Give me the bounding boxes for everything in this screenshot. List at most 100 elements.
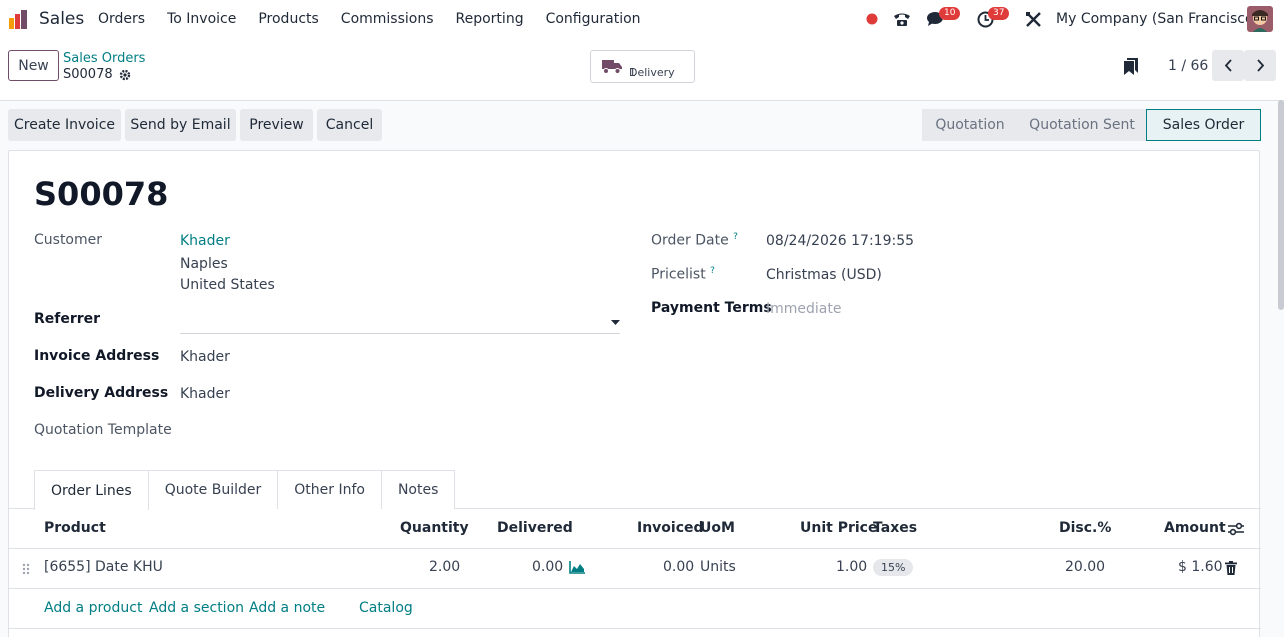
app-name[interactable]: Sales — [39, 9, 84, 29]
tools-icon — [1026, 11, 1041, 27]
customer-label: Customer — [34, 232, 103, 248]
col-quantity[interactable]: Quantity — [400, 520, 469, 536]
stage-quotation-sent[interactable]: Quotation Sent — [1018, 109, 1146, 141]
col-delivered[interactable]: Delivered — [497, 520, 573, 536]
menu-products[interactable]: Products — [247, 11, 329, 27]
add-product-link[interactable]: Add a product — [44, 600, 142, 616]
chevron-right-icon — [1256, 59, 1264, 72]
col-product[interactable]: Product — [44, 520, 106, 536]
preview-button[interactable]: Preview — [240, 109, 313, 141]
payment-terms-field[interactable]: Immediate — [766, 301, 841, 317]
form-sheet: S00078 Customer Khader Naples United Sta… — [8, 150, 1261, 637]
phone-button[interactable] — [893, 0, 911, 38]
recording-indicator[interactable] — [866, 0, 878, 38]
dropdown-caret-icon — [611, 320, 620, 325]
col-amount[interactable]: Amount — [1164, 520, 1226, 536]
col-invoiced[interactable]: Invoiced — [637, 520, 704, 536]
activities-badge: 37 — [988, 7, 1010, 20]
forecast-chart-icon[interactable] — [569, 561, 585, 574]
row-invoiced: 0.00 — [663, 559, 695, 575]
new-button[interactable]: New — [8, 50, 59, 81]
referrer-label: Referrer — [34, 311, 101, 327]
order-date-label: Order Date ? — [651, 232, 738, 249]
row-amount: $ 1.60 — [1178, 559, 1223, 575]
user-avatar[interactable] — [1247, 0, 1273, 38]
control-panel: New Sales Orders S00078 Delivery 1 1 / 6… — [0, 38, 1284, 101]
breadcrumb-current-label: S00078 — [63, 67, 113, 82]
row-discount[interactable]: 20.00 — [1065, 559, 1105, 575]
table-row[interactable]: [6655] Date KHU 2.00 0.00 0.00 Units 1.0… — [9, 549, 1261, 589]
tab-notes[interactable]: Notes — [380, 470, 456, 509]
payment-terms-label: Payment Terms — [651, 300, 772, 316]
breadcrumb-current: S00078 — [63, 67, 131, 82]
menu-reporting[interactable]: Reporting — [445, 11, 535, 27]
row-tax-badge[interactable]: 15% — [873, 559, 914, 576]
drag-handle-icon[interactable] — [22, 563, 30, 575]
pricelist-label: Pricelist ? — [651, 266, 715, 283]
record-dot-icon — [866, 13, 878, 25]
row-uom[interactable]: Units — [700, 559, 736, 575]
company-switcher[interactable]: My Company (San Francisco) — [1056, 11, 1259, 27]
tab-quote-builder[interactable]: Quote Builder — [147, 470, 279, 509]
avatar-icon — [1247, 6, 1273, 32]
row-quantity[interactable]: 2.00 — [429, 559, 460, 575]
create-invoice-button[interactable]: Create Invoice — [8, 109, 121, 141]
col-uom[interactable]: UoM — [700, 520, 735, 536]
tab-order-lines[interactable]: Order Lines — [34, 470, 149, 510]
row-product[interactable]: [6655] Date KHU — [44, 559, 163, 575]
customer-city: Naples — [180, 256, 228, 272]
col-taxes[interactable]: Taxes — [873, 520, 917, 536]
menu-configuration[interactable]: Configuration — [535, 11, 652, 27]
customer-country: United States — [180, 277, 275, 293]
page-scrollbar[interactable] — [1278, 100, 1284, 310]
status-bar: Quotation Quotation Sent Sales Order — [922, 109, 1261, 141]
truck-icon — [602, 60, 622, 74]
delivery-address-field[interactable]: Khader — [180, 386, 230, 402]
delivery-smart-button-count: 1 — [629, 65, 636, 79]
customer-link[interactable]: Khader — [180, 233, 230, 249]
pricelist-field[interactable]: Christmas (USD) — [766, 267, 882, 283]
menu-to-invoice[interactable]: To Invoice — [156, 11, 247, 27]
invoice-address-field[interactable]: Khader — [180, 349, 230, 365]
col-discount[interactable]: Disc.% — [1059, 520, 1111, 536]
cancel-button[interactable]: Cancel — [317, 109, 382, 141]
pager-value[interactable]: 1 / 66 — [1168, 58, 1208, 74]
delivery-address-label: Delivery Address — [34, 385, 169, 401]
notebook-tabs: Order Lines Quote Builder Other Info Not… — [34, 470, 456, 510]
top-navbar: Sales Orders To Invoice Products Commiss… — [0, 0, 1284, 38]
row-unit-price[interactable]: 1.00 — [836, 559, 867, 575]
optional-columns-icon[interactable] — [1228, 522, 1244, 536]
menu-commissions[interactable]: Commissions — [330, 11, 445, 27]
send-by-email-button[interactable]: Send by Email — [125, 109, 236, 141]
debug-tools-button[interactable] — [1025, 0, 1042, 38]
order-date-field[interactable]: 08/24/2026 17:19:55 — [766, 233, 914, 249]
pricelist-help-icon[interactable]: ? — [710, 266, 715, 276]
order-date-help-icon[interactable]: ? — [733, 232, 738, 242]
pager-next-button[interactable] — [1244, 50, 1276, 81]
stage-quotation[interactable]: Quotation — [922, 109, 1018, 141]
breadcrumb-sales-orders[interactable]: Sales Orders — [63, 51, 145, 66]
pricelist-label-text: Pricelist — [651, 266, 706, 283]
pager-previous-button[interactable] — [1212, 50, 1244, 81]
phone-icon — [894, 13, 910, 26]
main-menu: Orders To Invoice Products Commissions R… — [87, 0, 652, 38]
add-note-link[interactable]: Add a note — [249, 600, 325, 616]
quotation-template-label: Quotation Template — [34, 422, 172, 438]
catalog-link[interactable]: Catalog — [359, 600, 413, 616]
col-unit-price[interactable]: Unit Price — [800, 520, 877, 536]
add-section-link[interactable]: Add a section — [149, 600, 244, 616]
menu-orders[interactable]: Orders — [87, 11, 156, 27]
invoice-address-label: Invoice Address — [34, 348, 160, 364]
add-line-row: Add a product Add a section Add a note C… — [9, 589, 1261, 629]
order-lines-header: Product Quantity Delivered Invoiced UoM … — [9, 509, 1261, 549]
gear-icon[interactable] — [119, 69, 131, 81]
stage-sales-order[interactable]: Sales Order — [1146, 109, 1261, 141]
referrer-input[interactable] — [180, 313, 620, 334]
delivery-smart-button[interactable]: Delivery 1 — [590, 50, 695, 83]
trash-icon[interactable] — [1225, 561, 1237, 575]
tab-other-info[interactable]: Other Info — [277, 470, 382, 509]
row-delivered: 0.00 — [532, 559, 564, 575]
chevron-left-icon — [1224, 59, 1232, 72]
bookmark-icon[interactable] — [1124, 58, 1138, 75]
sales-app-icon[interactable] — [8, 8, 30, 30]
